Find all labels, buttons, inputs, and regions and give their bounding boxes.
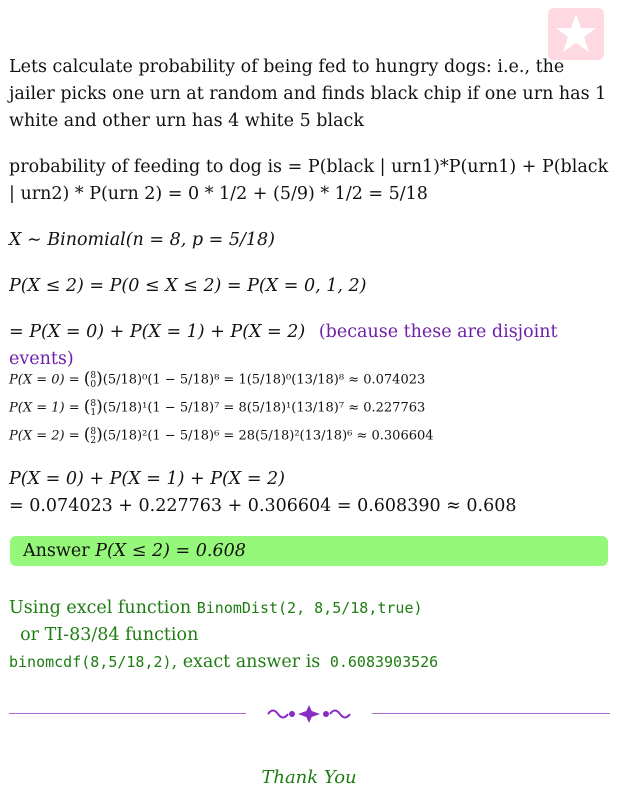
excel-function: BinomDist(2, 8,5/18,true) [196,599,423,617]
answer-box: Answer P(X ≤ 2) = 0.608 [10,536,608,566]
term-rest: (5/18)⁰(1 − 5/18)⁸ = 1(5/18)⁰(13/18)⁸ ≈ … [102,372,426,388]
excel-prefix: Using excel function [9,598,197,618]
term-lhs: P(X = 0) = [9,372,80,388]
term-0: P(X = 0) = (8 0)(5/18)⁰(1 − 5/18)⁸ = 1(5/… [9,365,609,395]
term-2: P(X = 2) = (8 2)(5/18)²(1 − 5/18)⁶ = 28(5… [9,421,609,451]
intro-text: Lets calculate probability of being fed … [9,57,607,131]
term-rest: (5/18)¹(1 − 5/18)⁷ = 8(5/18)¹(13/18)⁷ ≈ … [102,400,426,416]
star-logo-icon [548,8,604,60]
ornament-icon [267,705,351,723]
exact-answer: 0.6083903526 [329,653,439,671]
excel-note: Using excel function BinomDist(2, 8,5/18… [9,595,609,676]
feeding-probability: probability of feeding to dog is = P(bla… [9,157,609,204]
solution-page: Lets calculate probability of being fed … [0,0,618,795]
ti-function: binomcdf(8,5/18,2) [9,653,172,671]
cdf-line: P(X ≤ 2) = P(0 ≤ X ≤ 2) = P(X = 0, 1, 2) [9,276,367,296]
excel-suffix: , exact answer is [171,652,326,672]
term-lhs: P(X = 2) = [9,428,80,444]
sum-expression: = P(X = 0) + P(X = 1) + P(X = 2) [9,322,306,342]
binomial-coefficient: (8 0) [83,369,103,390]
answer-value: P(X ≤ 2) = 0.608 [95,541,246,561]
term-rest: (5/18)²(1 − 5/18)⁶ = 28(5/18)²(13/18)⁶ ≈… [102,428,434,444]
binomial-coefficient: (8 1) [83,397,103,418]
excel-mid: or TI-83/84 function [9,625,199,645]
thank-you: Thank You [261,767,357,788]
binomial-coefficient: (8 2) [83,425,103,446]
answer-label: Answer [23,541,90,561]
distribution-line: X ∼ Binomial(n = 8, p = 5/18) [9,230,275,250]
divider-right [372,713,610,714]
term-lhs: P(X = 1) = [9,400,80,416]
term-1: P(X = 1) = (8 1)(5/18)¹(1 − 5/18)⁷ = 8(5/… [9,393,609,423]
total-line-2: = 0.074023 + 0.227763 + 0.306604 = 0.608… [9,496,517,516]
divider-left [9,713,246,714]
total-line-1: P(X = 0) + P(X = 1) + P(X = 2) [9,469,286,489]
